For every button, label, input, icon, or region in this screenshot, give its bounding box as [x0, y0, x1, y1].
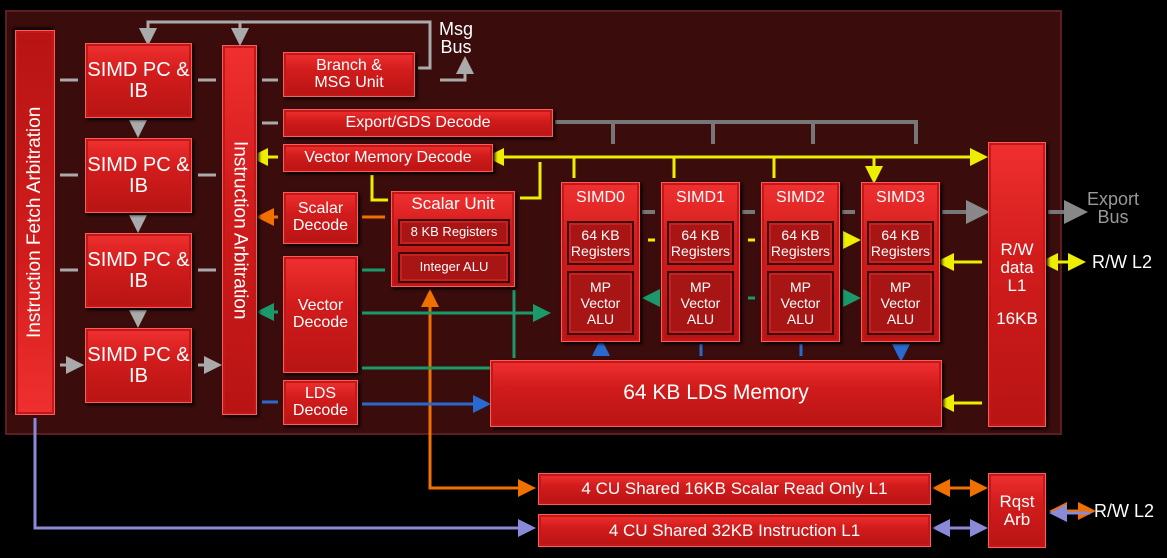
simd-pc-ib-1: SIMD PC & IB [85, 138, 192, 213]
simd-pc-ib-label: SIMD PC & IB [87, 153, 190, 197]
vector-decode-label: Vector Decode [292, 296, 349, 331]
simd-vector-alu: MP Vector ALU [567, 271, 634, 335]
msg-bus-label: Msg Bus [438, 19, 473, 57]
simd-vector-alu: MP Vector ALU [767, 271, 834, 335]
scalar-read-only-l1: 4 CU Shared 16KB Scalar Read Only L1 [538, 473, 931, 505]
simd-pc-ib-0: SIMD PC & IB [85, 43, 192, 118]
export-gds-decode-label: Export/GDS Decode [345, 113, 491, 131]
simd-registers: 64 KB Registers [867, 221, 934, 265]
request-arbiter: Rqst Arb [988, 473, 1046, 548]
rw-data-l1-label: R/W data L1 [1000, 239, 1034, 295]
simd-name: SIMD1 [676, 189, 725, 206]
vector-memory-decode-label: Vector Memory Decode [304, 148, 472, 166]
lds-decode: LDS Decode [283, 380, 358, 425]
integer-alu: Integer ALU [398, 252, 510, 283]
scalar-decode-label: Scalar Decode [292, 200, 349, 234]
simd-name: SIMD3 [876, 189, 925, 206]
scalar-decode: Scalar Decode [283, 192, 358, 244]
simd-pc-ib-3: SIMD PC & IB [85, 328, 192, 403]
simd-registers-label: 64 KB Registers [770, 226, 831, 259]
simd-registers-label: 64 KB Registers [870, 226, 931, 259]
rw-l2-bottom-label: R/W L2 [1094, 501, 1155, 521]
integer-alu-label: Integer ALU [419, 259, 489, 275]
vector-memory-decode: Vector Memory Decode [283, 144, 493, 172]
export-gds-decode: Export/GDS Decode [283, 109, 553, 137]
scalar-l1-label: 4 CU Shared 16KB Scalar Read Only L1 [581, 479, 888, 499]
rqst-arb-label: Rqst Arb [999, 491, 1035, 529]
lds-decode-label: LDS Decode [292, 384, 349, 419]
simd-name: SIMD0 [576, 189, 625, 206]
simd-registers: 64 KB Registers [767, 221, 834, 265]
lds-memory-label: 64 KB LDS Memory [623, 381, 809, 405]
simd-registers: 64 KB Registers [567, 221, 634, 265]
rw-l2-top-label: R/W L2 [1092, 252, 1153, 272]
instruction-arbitration-label: Instruction Arbitration [229, 140, 251, 320]
simd-vector-alu: MP Vector ALU [867, 271, 934, 335]
simd-vector-alu: MP Vector ALU [667, 271, 734, 335]
simd-name: SIMD2 [776, 189, 825, 206]
simd-alu-label: MP Vector ALU [880, 278, 921, 328]
simd-pc-ib-label: SIMD PC & IB [87, 58, 190, 102]
instruction-fetch-arbitration: Instruction Fetch Arbitration [15, 30, 55, 415]
scalar-registers: 8 KB Registers [398, 219, 510, 246]
branch-msg-unit: Branch & MSG Unit [283, 52, 415, 97]
lds-memory: 64 KB LDS Memory [490, 360, 942, 427]
simd-alu-label: MP Vector ALU [680, 278, 721, 328]
simd-pc-ib-2: SIMD PC & IB [85, 233, 192, 308]
simd-registers-label: 64 KB Registers [570, 226, 631, 259]
export-bus-label: Export Bus [1086, 189, 1140, 227]
rw-data-l1-size: 16KB [996, 309, 1038, 329]
instruction-arbitration: Instruction Arbitration [222, 45, 257, 415]
rw-data-l1: R/W data L1 16KB [988, 142, 1046, 427]
simd-alu-label: MP Vector ALU [580, 278, 621, 328]
instruction-l1-label: 4 CU Shared 32KB Instruction L1 [608, 520, 861, 540]
branch-msg-unit-label: Branch & MSG Unit [314, 56, 384, 91]
instruction-fetch-arbitration-label: Instruction Fetch Arbitration [24, 106, 46, 339]
scalar-unit-label: Scalar Unit [411, 194, 495, 213]
instruction-l1: 4 CU Shared 32KB Instruction L1 [538, 514, 931, 547]
simd-pc-ib-label: SIMD PC & IB [87, 248, 190, 292]
simd-pc-ib-label: SIMD PC & IB [87, 343, 190, 387]
simd-registers: 64 KB Registers [667, 221, 734, 265]
simd-registers-label: 64 KB Registers [670, 226, 731, 259]
scalar-registers-label: 8 KB Registers [410, 224, 498, 240]
simd-alu-label: MP Vector ALU [780, 278, 821, 328]
vector-decode: Vector Decode [283, 256, 358, 373]
